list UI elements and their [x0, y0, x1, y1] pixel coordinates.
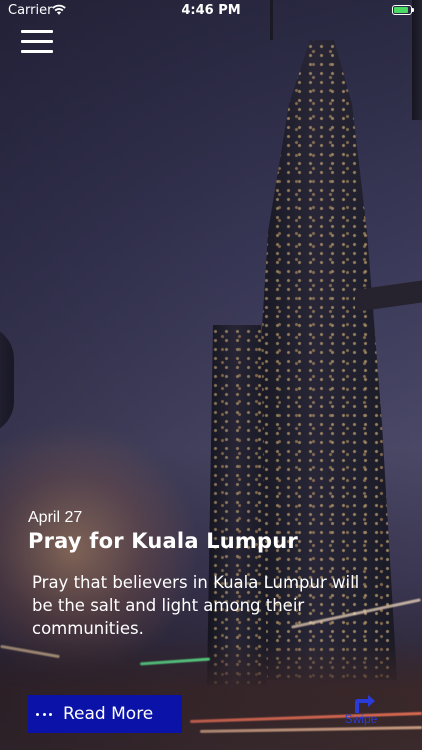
status-time: 4:46 PM: [181, 3, 241, 18]
more-dots-icon: [36, 712, 52, 716]
menu-button[interactable]: [21, 28, 53, 56]
battery-level: [394, 7, 409, 13]
article-date: April 27: [28, 509, 83, 526]
swipe-label: Swipe: [344, 712, 378, 726]
swipe-hand-icon: [355, 695, 375, 713]
read-more-label: Read More: [63, 704, 154, 724]
hamburger-menu-icon: [21, 30, 53, 33]
article-body: Pray that believers in Kuala Lumpur will…: [32, 573, 360, 638]
read-more-button[interactable]: Read More: [28, 695, 182, 733]
swipe-button[interactable]: Swipe: [338, 690, 384, 730]
article-title: Pray for Kuala Lumpur: [28, 529, 298, 553]
status-bar: Carrier 4:46 PM: [0, 0, 422, 22]
battery-icon: [392, 5, 414, 15]
